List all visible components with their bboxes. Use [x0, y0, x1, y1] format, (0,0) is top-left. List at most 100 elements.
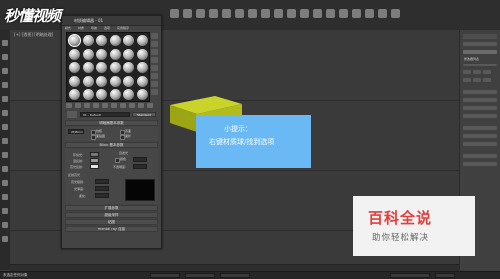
- mental-ray-rollout[interactable]: mental ray 连接: [65, 226, 158, 232]
- panel-row[interactable]: [463, 162, 497, 166]
- material-slot[interactable]: [123, 35, 134, 46]
- panel-btn-4[interactable]: [463, 78, 471, 82]
- maps-rollout[interactable]: 贴图: [65, 219, 158, 225]
- panel-row[interactable]: [463, 142, 497, 146]
- mirror-icon[interactable]: [274, 9, 283, 18]
- snap-icon[interactable]: [235, 9, 244, 18]
- pick-material-icon[interactable]: [67, 111, 77, 118]
- select-icon[interactable]: [170, 9, 179, 18]
- panel-tabs[interactable]: [463, 34, 497, 39]
- y-coordinate-field[interactable]: [185, 273, 215, 278]
- sample-type-icon[interactable]: [151, 33, 158, 39]
- copy-material-icon[interactable]: [102, 103, 108, 108]
- menu-utilities[interactable]: 实用程序: [117, 26, 129, 30]
- material-slot[interactable]: [69, 75, 80, 87]
- sphere-icon[interactable]: [2, 68, 8, 74]
- get-material-icon[interactable]: [66, 103, 72, 108]
- panel-row[interactable]: [463, 114, 497, 118]
- shader-basic-rollout[interactable]: 明暗器基本参数: [65, 120, 158, 126]
- object-name-field[interactable]: [463, 42, 497, 46]
- material-slot[interactable]: [96, 62, 107, 73]
- material-slot[interactable]: [136, 62, 148, 73]
- material-slot[interactable]: [123, 89, 134, 100]
- supersampling-rollout[interactable]: 超级采样: [65, 212, 158, 218]
- uv-tiling-icon[interactable]: [151, 57, 158, 63]
- rotate-icon[interactable]: [209, 9, 218, 18]
- material-slot[interactable]: [123, 75, 134, 87]
- schematic-icon[interactable]: [326, 9, 335, 18]
- material-slot[interactable]: [69, 62, 80, 73]
- background-icon[interactable]: [151, 49, 158, 55]
- video-check-icon[interactable]: [151, 65, 158, 71]
- material-name-field[interactable]: 01 - Default: [80, 112, 130, 117]
- reset-map-icon[interactable]: [93, 103, 99, 108]
- material-editor-window[interactable]: 材质编辑器 - 01 模式 材质 导航 选项 实用程序 01 - Default…: [61, 15, 162, 249]
- go-to-parent-icon[interactable]: [147, 103, 153, 108]
- auto-key-button[interactable]: [390, 273, 430, 278]
- panel-row[interactable]: [463, 134, 497, 138]
- material-slot[interactable]: [82, 62, 94, 73]
- render-production-icon[interactable]: [391, 9, 400, 18]
- put-to-library-icon[interactable]: [120, 103, 126, 108]
- panel-row[interactable]: [463, 106, 497, 110]
- system-icon[interactable]: [2, 166, 8, 172]
- menu-navigation[interactable]: 导航: [91, 26, 97, 30]
- viewport-label[interactable]: [+] [透视] [明暗处理]: [14, 32, 53, 38]
- specular-swatch[interactable]: [90, 164, 99, 169]
- panel-btn-5[interactable]: [473, 78, 481, 82]
- assign-material-icon[interactable]: [84, 103, 90, 108]
- select-region-icon[interactable]: [183, 9, 192, 18]
- align-icon[interactable]: [287, 9, 296, 18]
- material-slot[interactable]: [82, 89, 94, 100]
- glossiness-input[interactable]: [95, 186, 109, 191]
- panel-row[interactable]: [463, 90, 497, 94]
- material-editor-icon[interactable]: [339, 9, 348, 18]
- material-slot[interactable]: [109, 48, 121, 60]
- material-slot[interactable]: [96, 35, 107, 46]
- material-slot[interactable]: [69, 48, 80, 60]
- material-slot[interactable]: [96, 89, 107, 100]
- soften-input[interactable]: [95, 193, 109, 198]
- self-illum-input[interactable]: [133, 157, 147, 162]
- material-slot[interactable]: [136, 75, 148, 87]
- create-icon[interactable]: [2, 40, 8, 46]
- material-slot[interactable]: [109, 62, 121, 73]
- render-setup-icon[interactable]: [352, 9, 361, 18]
- spacewarp-icon[interactable]: [2, 152, 8, 158]
- options-icon[interactable]: [151, 81, 158, 87]
- material-slot[interactable]: [136, 48, 148, 60]
- material-slot[interactable]: [69, 89, 80, 100]
- diffuse-swatch[interactable]: [90, 158, 99, 163]
- utilities-icon[interactable]: [2, 236, 8, 242]
- material-slot[interactable]: [96, 75, 107, 87]
- specular-level-input[interactable]: [95, 179, 109, 184]
- backlight-icon[interactable]: [151, 41, 158, 47]
- material-slot[interactable]: [82, 48, 94, 60]
- camera-icon[interactable]: [2, 124, 8, 130]
- opacity-input[interactable]: [133, 164, 147, 169]
- show-map-icon[interactable]: [138, 103, 144, 108]
- move-icon[interactable]: [196, 9, 205, 18]
- percent-snap-icon[interactable]: [261, 9, 270, 18]
- z-coordinate-field[interactable]: [220, 273, 250, 278]
- material-slot[interactable]: [68, 34, 81, 47]
- panel-row[interactable]: [463, 126, 497, 130]
- material-slot[interactable]: [82, 75, 94, 87]
- curve-editor-icon[interactable]: [313, 9, 322, 18]
- panel-row[interactable]: [463, 154, 497, 158]
- panel-btn-1[interactable]: [463, 70, 471, 74]
- material-slot[interactable]: [123, 48, 134, 60]
- menu-options[interactable]: 选项: [104, 26, 110, 30]
- scale-icon[interactable]: [222, 9, 231, 18]
- material-slot[interactable]: [96, 48, 107, 60]
- motion-icon[interactable]: [2, 208, 8, 214]
- extended-rollout[interactable]: 扩展参数: [65, 205, 158, 211]
- modify-icon[interactable]: [2, 180, 8, 186]
- blinn-basic-rollout[interactable]: Blinn 基本参数: [65, 142, 158, 148]
- select-by-material-icon[interactable]: [151, 89, 158, 95]
- menu-mode[interactable]: 模式: [65, 26, 71, 30]
- preview-icon[interactable]: [151, 73, 158, 79]
- shader-dropdown[interactable]: (B)Blinn: [68, 129, 84, 134]
- material-slot[interactable]: [109, 75, 121, 87]
- x-coordinate-field[interactable]: [150, 273, 180, 278]
